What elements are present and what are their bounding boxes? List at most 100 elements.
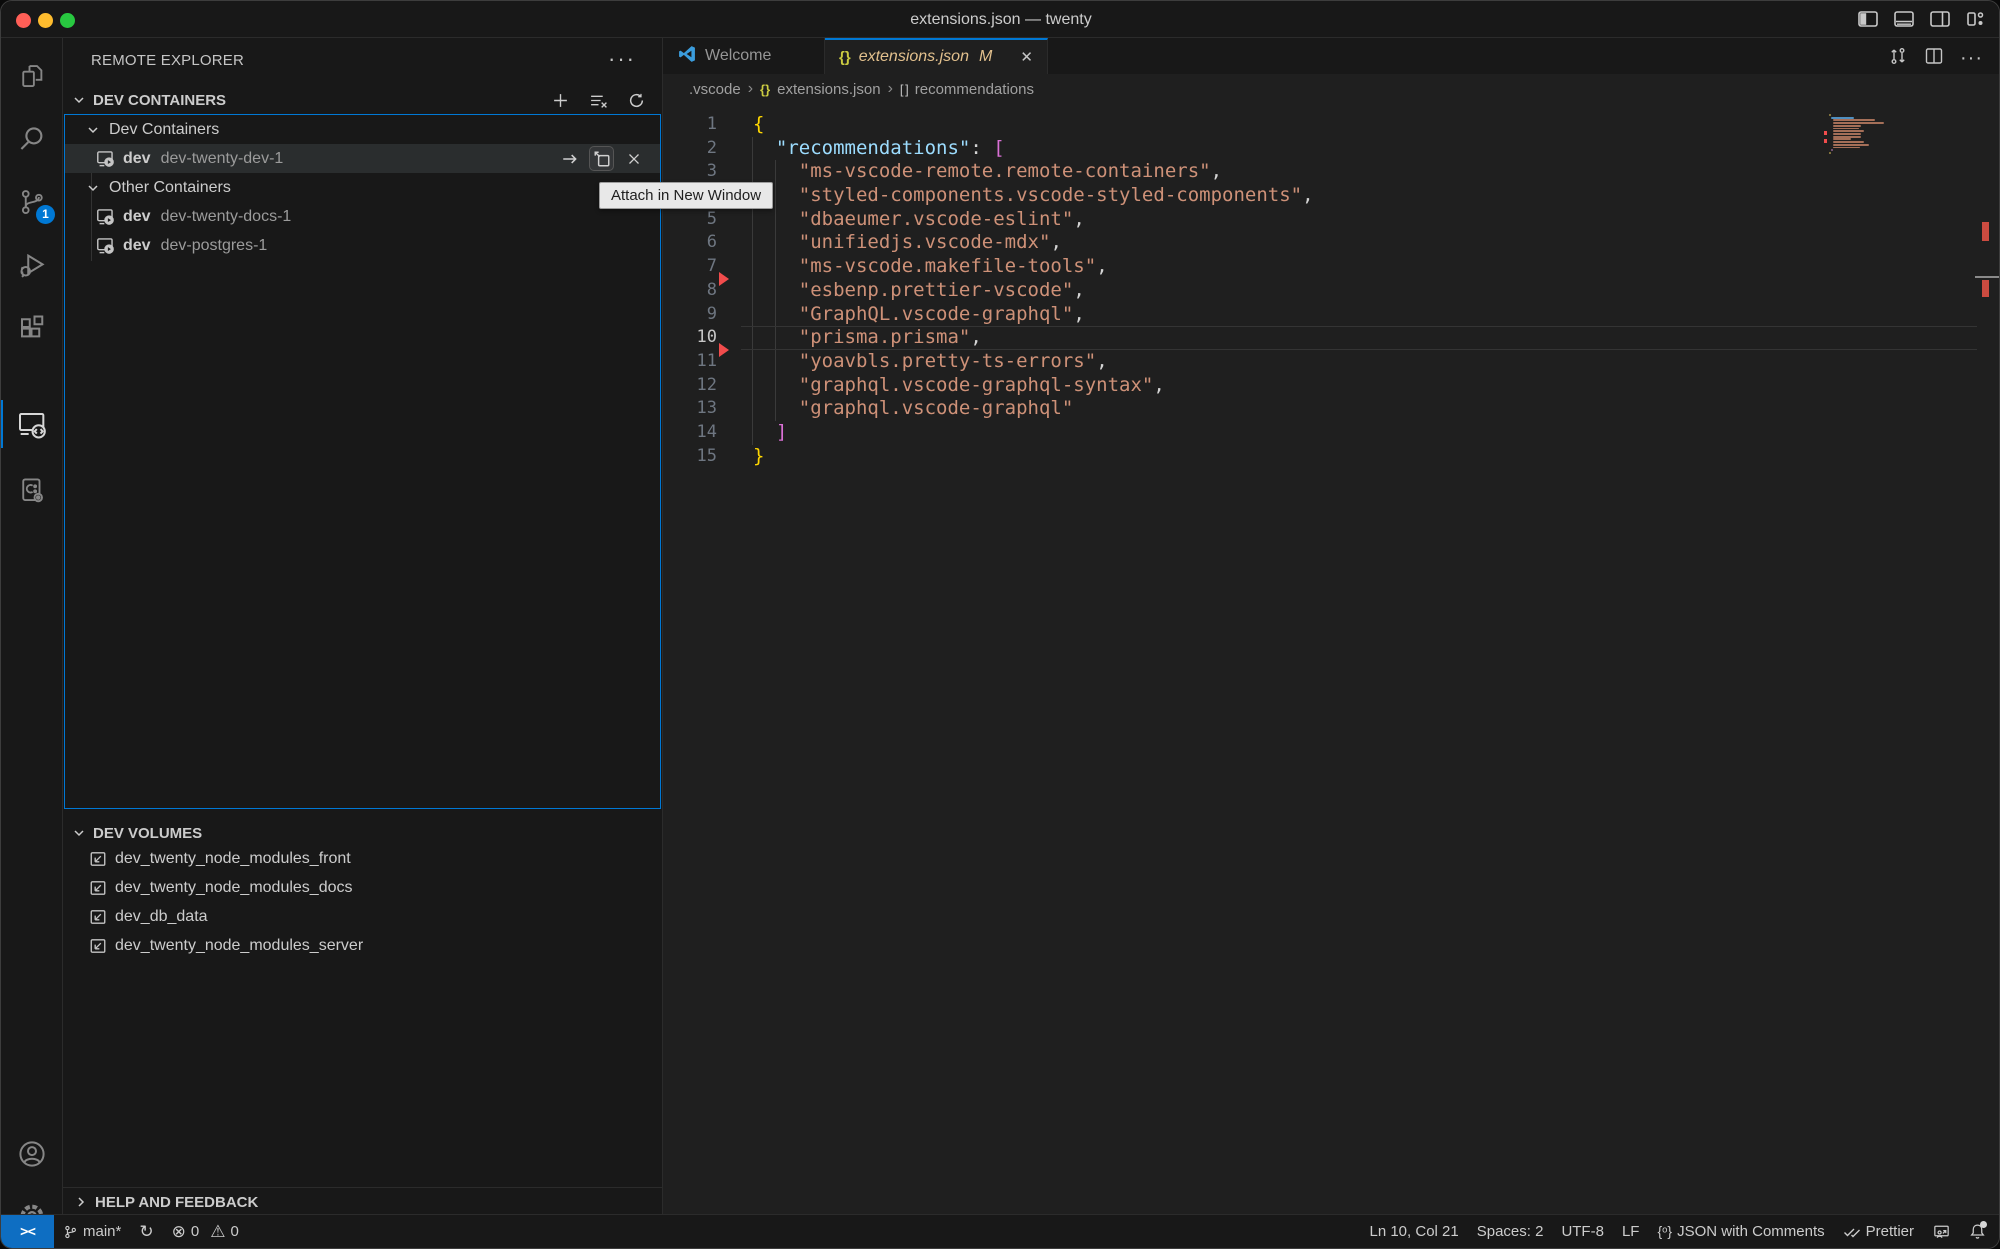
remote-explorer-icon[interactable] bbox=[1, 394, 63, 454]
section-label: DEV CONTAINERS bbox=[93, 92, 226, 109]
tree-item-dev-twenty-dev-1[interactable]: dev dev-twenty-dev-1 bbox=[65, 144, 660, 173]
sidebar-more-actions-icon[interactable]: ··· bbox=[608, 46, 636, 72]
json-file-icon: {} bbox=[760, 82, 770, 97]
modified-badge: M bbox=[979, 48, 992, 66]
toggle-primary-sidebar-icon[interactable] bbox=[1857, 7, 1879, 31]
customize-layout-icon[interactable] bbox=[1965, 7, 1987, 31]
code-line[interactable]: 7 "ms-vscode.makefile-tools", bbox=[663, 255, 2000, 279]
language-label: JSON with Comments bbox=[1677, 1223, 1825, 1240]
toggle-panel-icon[interactable] bbox=[1893, 7, 1915, 31]
eol-item[interactable]: LF bbox=[1613, 1223, 1649, 1240]
minimap-line bbox=[1833, 119, 1874, 121]
close-tab-icon[interactable]: ✕ bbox=[1020, 48, 1033, 66]
toggle-secondary-sidebar-icon[interactable] bbox=[1929, 7, 1951, 31]
section-header-help-feedback[interactable]: HELP AND FEEDBACK bbox=[63, 1187, 662, 1216]
editor-actions: ··· bbox=[1888, 46, 1983, 71]
problems-status-item[interactable]: ⊗ 0 ⚠ 0 bbox=[163, 1223, 248, 1240]
code-line[interactable]: 8 "esbenp.prettier-vscode", bbox=[663, 279, 2000, 303]
code-editor[interactable]: 1{2 "recommendations": [3 "ms-vscode-rem… bbox=[663, 104, 2000, 1216]
code-line[interactable]: 5 "dbaeumer.vscode-eslint", bbox=[663, 208, 2000, 232]
symbol-array-icon: [ ] bbox=[900, 82, 908, 97]
attach-in-new-window-icon[interactable] bbox=[589, 146, 614, 171]
overview-ruler-cursor-mark bbox=[1975, 276, 2000, 278]
accounts-icon[interactable] bbox=[1, 1124, 63, 1184]
tab-extensions-json[interactable]: {} extensions.json M ✕ bbox=[825, 38, 1048, 74]
code-line[interactable]: 9 "GraphQL.vscode-graphql", bbox=[663, 303, 2000, 327]
code-line[interactable]: 11 "yoavbls.pretty-ts-errors", bbox=[663, 350, 2000, 374]
stop-container-icon[interactable] bbox=[621, 146, 646, 171]
section-label: DEV VOLUMES bbox=[93, 825, 202, 842]
tree-item-dev-postgres-1[interactable]: dev dev-postgres-1 bbox=[65, 231, 660, 260]
add-container-icon[interactable] bbox=[548, 88, 572, 112]
minimap[interactable] bbox=[1824, 109, 1976, 229]
git-branch-icon bbox=[63, 1224, 78, 1240]
breadcrumbs: .vscode › {} extensions.json › [ ] recom… bbox=[663, 74, 2000, 104]
section-header-dev-containers[interactable]: DEV CONTAINERS bbox=[63, 86, 662, 114]
sync-status-item[interactable]: ↻ bbox=[130, 1223, 162, 1240]
volume-icon bbox=[89, 879, 107, 897]
clear-list-icon[interactable] bbox=[586, 88, 610, 112]
volume-icon bbox=[89, 850, 107, 868]
volume-icon bbox=[89, 908, 107, 926]
language-mode-item[interactable]: {ᵒ} JSON with Comments bbox=[1648, 1223, 1833, 1240]
search-icon[interactable] bbox=[1, 109, 63, 169]
remote-indicator[interactable]: >< bbox=[1, 1215, 54, 1249]
code-line[interactable]: 13 "graphql.vscode-graphql" bbox=[663, 397, 2000, 421]
volume-name: dev_twenty_node_modules_server bbox=[115, 937, 363, 955]
breadcrumb-file[interactable]: extensions.json bbox=[777, 81, 880, 98]
branch-status-item[interactable]: main* bbox=[54, 1223, 130, 1240]
remote-explorer-sidebar: REMOTE EXPLORER ··· DEV CONTAINERS Dev C… bbox=[63, 38, 663, 1216]
line-col-label: Ln 10, Col 21 bbox=[1369, 1223, 1458, 1240]
code-line[interactable]: 2 "recommendations": [ bbox=[663, 137, 2000, 161]
container-kind: dev bbox=[123, 150, 151, 168]
tab-label: Welcome bbox=[705, 47, 771, 65]
code-line[interactable]: 6 "unifiedjs.vscode-mdx", bbox=[663, 231, 2000, 255]
feedback-item[interactable] bbox=[1923, 1224, 1960, 1240]
code-line[interactable]: 14 ] bbox=[663, 421, 2000, 445]
volume-item[interactable]: dev_twenty_node_modules_docs bbox=[63, 873, 661, 902]
extensions-icon[interactable] bbox=[1, 298, 63, 358]
code-line[interactable]: 3 "ms-vscode-remote.remote-containers", bbox=[663, 160, 2000, 184]
volume-item[interactable]: dev_twenty_node_modules_server bbox=[63, 931, 661, 960]
cursor-position-item[interactable]: Ln 10, Col 21 bbox=[1360, 1223, 1467, 1240]
section-label: HELP AND FEEDBACK bbox=[95, 1194, 258, 1211]
indentation-item[interactable]: Spaces: 2 bbox=[1468, 1223, 1553, 1240]
code-line[interactable]: 12 "graphql.vscode-graphql-syntax", bbox=[663, 374, 2000, 398]
refresh-icon[interactable] bbox=[624, 88, 648, 112]
code-line[interactable]: 1{ bbox=[663, 113, 2000, 137]
tree-item-dev-twenty-docs-1[interactable]: dev dev-twenty-docs-1 bbox=[65, 202, 660, 231]
encoding-item[interactable]: UTF-8 bbox=[1552, 1223, 1613, 1240]
double-check-icon bbox=[1843, 1225, 1861, 1239]
tab-welcome[interactable]: Welcome bbox=[663, 38, 825, 74]
chevron-down-icon bbox=[71, 825, 87, 841]
code-line[interactable]: 15} bbox=[663, 445, 2000, 469]
sidebar-title-row: REMOTE EXPLORER ··· bbox=[63, 38, 662, 86]
attach-to-container-icon[interactable] bbox=[557, 146, 582, 171]
container-tools-icon[interactable] bbox=[1, 460, 63, 520]
breadcrumb-symbol[interactable]: recommendations bbox=[915, 81, 1034, 98]
container-running-icon bbox=[96, 236, 115, 255]
section-header-dev-volumes[interactable]: DEV VOLUMES bbox=[63, 819, 662, 847]
tree-group-dev-containers[interactable]: Dev Containers bbox=[65, 115, 660, 144]
breadcrumb-folder[interactable]: .vscode bbox=[689, 81, 741, 98]
source-control-icon[interactable]: 1 bbox=[1, 172, 63, 232]
titlebar: extensions.json — twenty bbox=[1, 1, 2000, 38]
code-line[interactable]: 4 "styled-components.vscode-styled-compo… bbox=[663, 184, 2000, 208]
remote-icon: >< bbox=[20, 1224, 35, 1240]
explorer-icon[interactable] bbox=[1, 46, 63, 106]
formatter-item[interactable]: Prettier bbox=[1834, 1223, 1923, 1240]
run-debug-icon[interactable] bbox=[1, 235, 63, 295]
volume-item[interactable]: dev_twenty_node_modules_front bbox=[63, 844, 661, 873]
group-label: Other Containers bbox=[109, 179, 231, 197]
warning-icon: ⚠ bbox=[210, 1223, 225, 1240]
container-kind: dev bbox=[123, 208, 151, 226]
code-line[interactable]: 10 "prisma.prisma", bbox=[663, 326, 2000, 350]
volume-item[interactable]: dev_db_data bbox=[63, 902, 661, 931]
notifications-item[interactable] bbox=[1960, 1223, 1995, 1240]
more-actions-icon[interactable]: ··· bbox=[1960, 47, 1983, 70]
compare-changes-icon[interactable] bbox=[1888, 46, 1908, 71]
container-name: dev-twenty-docs-1 bbox=[161, 208, 292, 226]
split-editor-icon[interactable] bbox=[1924, 46, 1944, 71]
eol-label: LF bbox=[1622, 1223, 1640, 1240]
tree-group-other-containers[interactable]: Other Containers bbox=[65, 173, 660, 202]
